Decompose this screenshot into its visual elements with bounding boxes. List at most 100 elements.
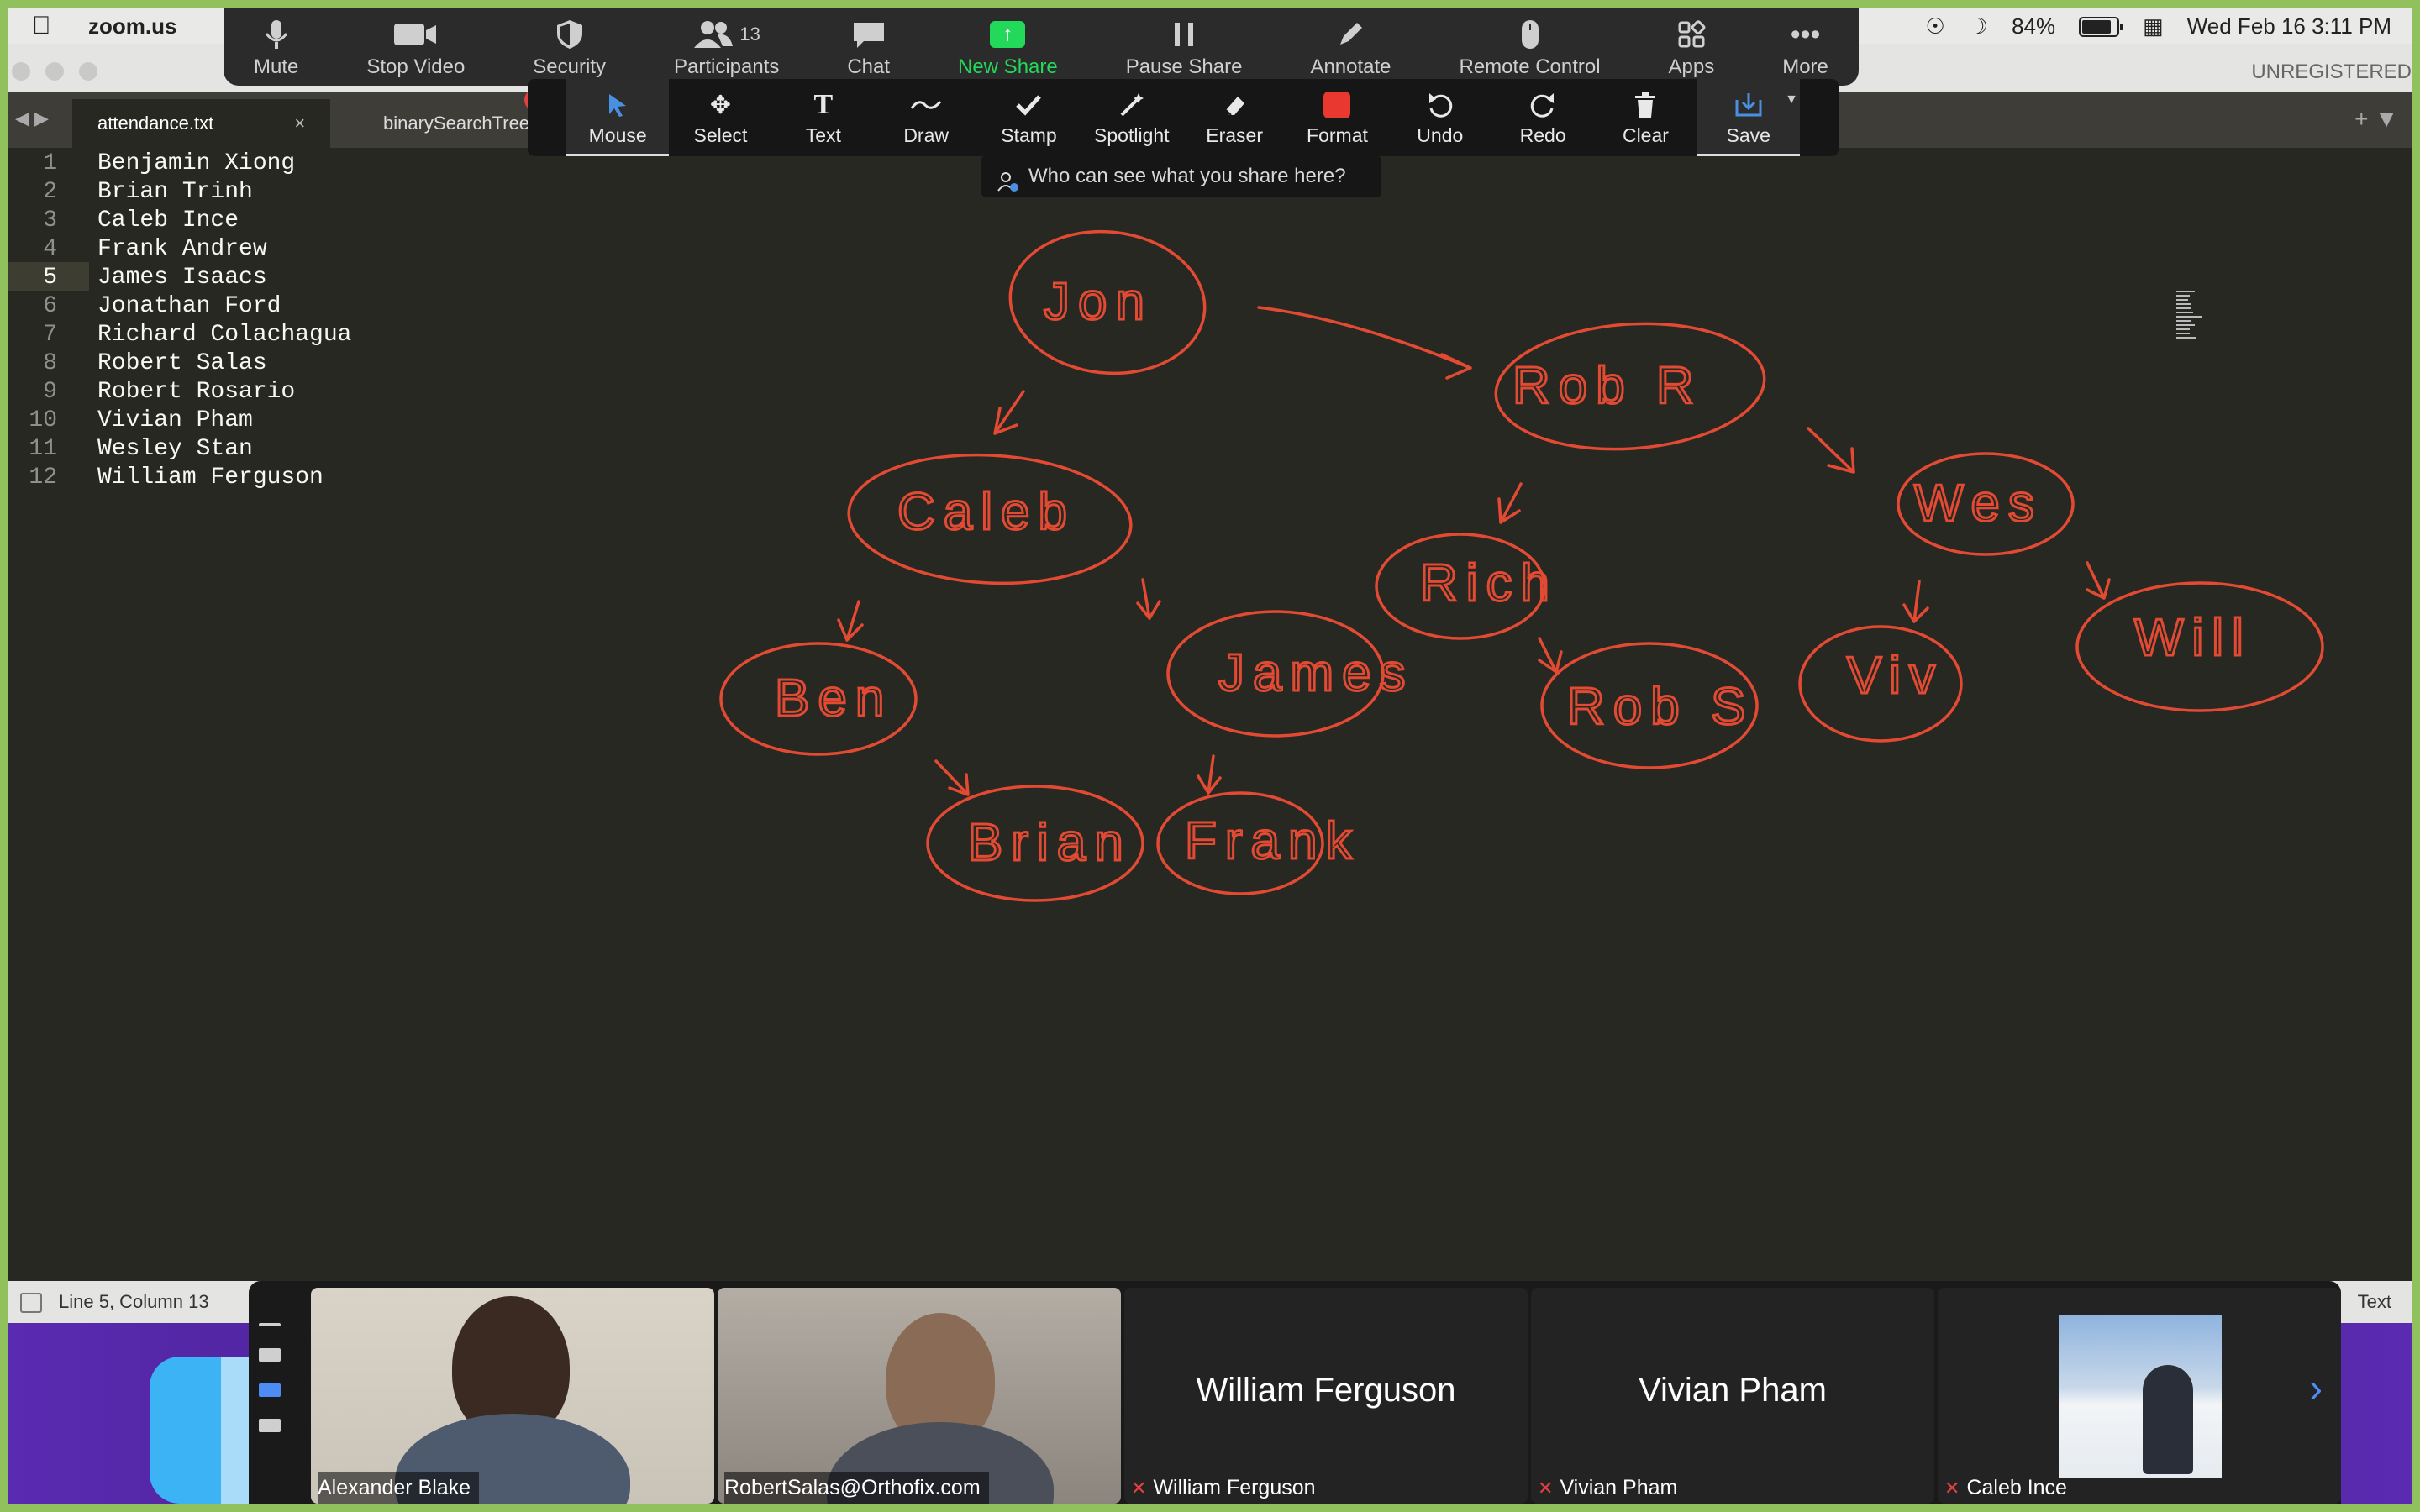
syntax-mode[interactable]: Text — [2358, 1281, 2391, 1323]
annotate-clear-button[interactable]: Clear — [1594, 79, 1697, 156]
eraser-icon — [1221, 91, 1248, 119]
mute-button[interactable]: Mute — [254, 8, 298, 86]
security-button[interactable]: Security — [533, 8, 606, 86]
next-page-chevron-icon[interactable]: › — [2310, 1365, 2323, 1410]
node-viv: Viv — [1798, 625, 1963, 743]
annotate-label: Annotate — [1310, 55, 1392, 78]
save-download-icon — [1733, 91, 1764, 119]
node-ben: Ben — [719, 642, 918, 756]
arrow-ben-brian — [934, 759, 970, 796]
zoom-video-gallery: Alexander Blake RobertSalas@Orthofix.com… — [249, 1281, 2341, 1504]
color-swatch-icon — [1323, 91, 1351, 119]
pause-share-label: Pause Share — [1125, 55, 1243, 78]
node-label: Will — [2134, 609, 2252, 667]
profile-photo — [2059, 1315, 2222, 1478]
tree-arrows — [837, 306, 2111, 796]
participants-label: Participants — [673, 55, 780, 78]
new-share-button[interactable]: ↑ New Share — [958, 8, 1058, 86]
save-options-chevron-icon[interactable]: ▼ — [1785, 92, 1798, 108]
annotation-drawing: Jon Rob R Caleb Wes Rich Ben James Rob S… — [719, 229, 2324, 902]
chat-bubble-icon — [850, 18, 887, 50]
annotate-format-tool[interactable]: Format — [1286, 79, 1388, 156]
video-tile-caleb-ince[interactable]: ✕ Caleb Ince — [1938, 1288, 2341, 1504]
speaker-layout-icon[interactable] — [259, 1383, 281, 1397]
node-label: Caleb — [897, 483, 1076, 541]
security-label: Security — [533, 55, 606, 78]
node-wes: Wes — [1897, 452, 2075, 556]
tile-caption: ✕ William Ferguson — [1131, 1472, 1324, 1504]
node-label: James — [1218, 644, 1414, 702]
video-tile-vivian-pham[interactable]: Vivian Pham ✕ Vivian Pham — [1531, 1288, 1934, 1504]
annotate-eraser-tool[interactable]: Eraser — [1183, 79, 1286, 156]
gallery-layout-icon[interactable] — [259, 1348, 281, 1362]
caption-text: William Ferguson — [1153, 1476, 1316, 1499]
mouse-icon — [1518, 18, 1542, 50]
pause-share-button[interactable]: Pause Share — [1125, 8, 1243, 86]
annotate-button[interactable]: Annotate — [1310, 8, 1392, 86]
node-rob-r: Rob R — [1494, 322, 1766, 451]
annotate-undo-button[interactable]: Undo — [1389, 79, 1491, 156]
ellipsis-icon: ••• — [1790, 18, 1821, 50]
node-label: Wes — [1914, 475, 2043, 533]
grid-layout-icon[interactable] — [259, 1419, 281, 1432]
tile-caption: Alexander Blake — [318, 1472, 480, 1504]
node-label: Rob R — [1512, 357, 1702, 415]
share-arrow-icon: ↑ — [990, 18, 1026, 50]
annotate-select-tool[interactable]: ✥ Select — [669, 79, 771, 156]
mute-label: Mute — [254, 55, 299, 78]
redo-icon — [1528, 91, 1557, 119]
video-tile-alexander-blake[interactable]: Alexander Blake — [311, 1288, 714, 1504]
arrow-jon-rob-r — [1257, 306, 1472, 380]
screen-frame:  zoom.us ☉ ☽ 84% ▦ Wed Feb 16 3:11 PM U… — [8, 8, 2412, 1504]
annotate-draw-tool[interactable]: Draw — [875, 79, 977, 156]
microphone-icon — [260, 18, 293, 50]
clear-label: Clear — [1622, 124, 1669, 146]
undo-icon — [1426, 91, 1455, 119]
node-label: Brian — [968, 814, 1132, 872]
chat-label: Chat — [847, 55, 891, 78]
apps-button[interactable]: Apps — [1668, 8, 1715, 86]
muted-microphone-icon: ✕ — [1944, 1478, 1960, 1499]
annotate-spotlight-tool[interactable]: Spotlight — [1081, 79, 1183, 156]
cursor-position[interactable]: Line 5, Column 13 — [59, 1281, 209, 1323]
stop-video-label: Stop Video — [366, 55, 466, 78]
select-tool-label: Select — [693, 124, 748, 146]
caption-text: Vivian Pham — [1560, 1476, 1678, 1499]
node-rob-s: Rob S — [1540, 642, 1759, 769]
annotate-redo-button[interactable]: Redo — [1491, 79, 1594, 156]
node-james: James — [1166, 610, 1414, 738]
video-tile-robert-salas[interactable]: RobertSalas@Orthofix.com — [718, 1288, 1121, 1504]
save-label: Save — [1726, 124, 1770, 146]
draw-tool-label: Draw — [903, 124, 949, 146]
arrow-rich-rob-s — [1538, 637, 1563, 674]
remote-control-button[interactable]: Remote Control — [1460, 8, 1601, 86]
sidebar-toggle-icon[interactable] — [20, 1293, 42, 1313]
trash-icon — [1634, 91, 1657, 119]
more-button[interactable]: ••• More — [1782, 8, 1828, 86]
node-caleb: Caleb — [847, 453, 1133, 585]
participant-name-display: William Ferguson — [1196, 1372, 1456, 1409]
spotlight-tool-label: Spotlight — [1094, 124, 1170, 146]
participants-count: 13 — [739, 24, 760, 45]
annotate-mouse-tool[interactable]: Mouse — [566, 79, 670, 156]
node-label: Rob S — [1567, 678, 1754, 736]
person-info-icon — [997, 166, 1018, 207]
annotate-save-button[interactable]: Save ▼ — [1697, 79, 1800, 156]
annotate-stamp-tool[interactable]: Stamp — [977, 79, 1080, 156]
gallery-view-controls[interactable] — [259, 1323, 284, 1454]
arrow-caleb-ben — [837, 600, 864, 642]
chat-button[interactable]: Chat — [847, 8, 890, 86]
share-visibility-notice[interactable]: Who can see what you share here? — [981, 156, 1381, 197]
hide-gallery-icon[interactable] — [259, 1323, 281, 1326]
video-tile-william-ferguson[interactable]: William Ferguson ✕ William Ferguson — [1124, 1288, 1528, 1504]
participants-button[interactable]: 13 Participants — [674, 8, 779, 86]
arrow-wes-will — [2086, 561, 2111, 600]
annotate-text-tool[interactable]: T Text — [772, 79, 875, 156]
apps-label: Apps — [1668, 55, 1715, 78]
magic-wand-icon — [1118, 91, 1145, 119]
annotation-toolbar: Mouse ✥ Select T Text Draw Stamp Spotlig… — [528, 79, 1839, 156]
node-label: Frank — [1185, 812, 1360, 870]
format-tool-label: Format — [1307, 124, 1368, 146]
arrow-jon-caleb — [993, 390, 1025, 435]
stop-video-button[interactable]: Stop Video — [366, 8, 465, 86]
